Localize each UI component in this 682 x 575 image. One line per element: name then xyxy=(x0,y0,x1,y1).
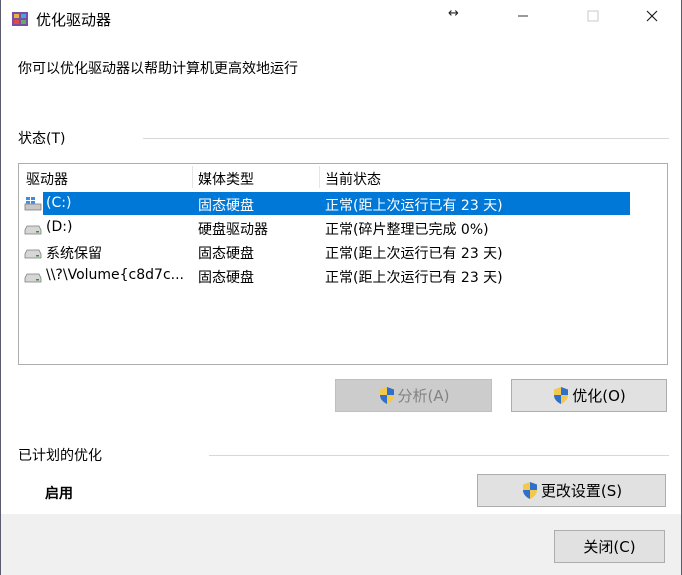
status-section-label: 状态(T) xyxy=(18,131,66,147)
drive-row-system-reserved[interactable]: 系统保留 固态硬盘 正常(距上次运行已有 23 天) xyxy=(19,240,667,264)
drive-row-c[interactable]: (C:) 固态硬盘 正常(距上次运行已有 23 天) xyxy=(19,192,667,216)
column-header-drive[interactable]: 驱动器 xyxy=(26,169,68,189)
media-type: 固态硬盘 xyxy=(198,246,254,262)
drive-icon xyxy=(24,273,42,283)
drive-name: 系统保留 xyxy=(46,246,102,262)
defrag-app-icon xyxy=(12,12,28,26)
windows-drive-icon xyxy=(24,197,42,211)
analyze-button[interactable]: 分析(A) xyxy=(335,379,492,412)
maximize-icon xyxy=(587,10,599,22)
column-separator[interactable] xyxy=(319,166,320,188)
uac-shield-icon xyxy=(379,387,394,404)
close-icon xyxy=(646,10,658,22)
title-bar[interactable]: 优化驱动器 ↔ xyxy=(1,0,681,38)
media-type: 硬盘驱动器 xyxy=(198,222,268,238)
drive-status: 正常(距上次运行已有 23 天) xyxy=(325,270,503,286)
minimize-icon xyxy=(518,15,528,17)
column-separator[interactable] xyxy=(192,166,193,188)
column-header-media-type[interactable]: 媒体类型 xyxy=(198,169,254,189)
column-header-current-status[interactable]: 当前状态 xyxy=(325,169,381,189)
intro-text: 你可以优化驱动器以帮助计算机更高效地运行 xyxy=(18,61,298,77)
status-divider xyxy=(143,138,669,139)
optimize-label: 优化(O) xyxy=(572,387,626,405)
window-title: 优化驱动器 xyxy=(36,11,112,29)
drive-name: (D:) xyxy=(46,219,73,235)
drives-list-header: 驱动器 媒体类型 当前状态 xyxy=(19,164,667,191)
drive-icon xyxy=(24,249,42,259)
minimize-button[interactable] xyxy=(500,0,546,32)
drive-status: 正常(碎片整理已完成 0%) xyxy=(325,222,489,238)
maximize-button[interactable] xyxy=(570,0,616,32)
media-type: 固态硬盘 xyxy=(198,198,254,214)
close-window-button[interactable] xyxy=(629,0,675,32)
uac-shield-icon xyxy=(522,482,537,499)
analyze-label: 分析(A) xyxy=(397,387,450,405)
drive-status: 正常(距上次运行已有 23 天) xyxy=(325,246,503,262)
schedule-divider xyxy=(209,455,669,456)
close-label: 关闭(C) xyxy=(583,538,636,556)
change-settings-button[interactable]: 更改设置(S) xyxy=(477,474,666,507)
schedule-state: 启用 xyxy=(45,486,73,502)
drive-row-d[interactable]: (D:) 硬盘驱动器 正常(碎片整理已完成 0%) xyxy=(19,216,667,240)
media-type: 固态硬盘 xyxy=(198,270,254,286)
uac-shield-icon xyxy=(554,387,569,404)
drive-name: (C:) xyxy=(46,195,72,211)
scheduled-optimization-label: 已计划的优化 xyxy=(18,448,102,464)
drive-row-volume[interactable]: \\?\Volume{c8d7c... 固态硬盘 正常(距上次运行已有 23 天… xyxy=(19,264,667,288)
optimize-button[interactable]: 优化(O) xyxy=(511,379,667,412)
resize-arrows-icon: ↔ xyxy=(448,6,459,21)
drive-status: 正常(距上次运行已有 23 天) xyxy=(325,198,503,214)
change-settings-label: 更改设置(S) xyxy=(540,482,623,500)
close-button[interactable]: 关闭(C) xyxy=(554,530,665,563)
drives-list[interactable]: 驱动器 媒体类型 当前状态 (C:) 固态硬盘 正常(距上次运行已有 23 天)… xyxy=(18,163,668,365)
drive-icon xyxy=(24,225,42,235)
optimize-drives-window: 优化驱动器 ↔ 你可以优化驱动器以帮助计算机更高效地运行 状态(T) 驱动器 媒… xyxy=(0,0,682,575)
drive-name: \\?\Volume{c8d7c... xyxy=(46,267,185,283)
